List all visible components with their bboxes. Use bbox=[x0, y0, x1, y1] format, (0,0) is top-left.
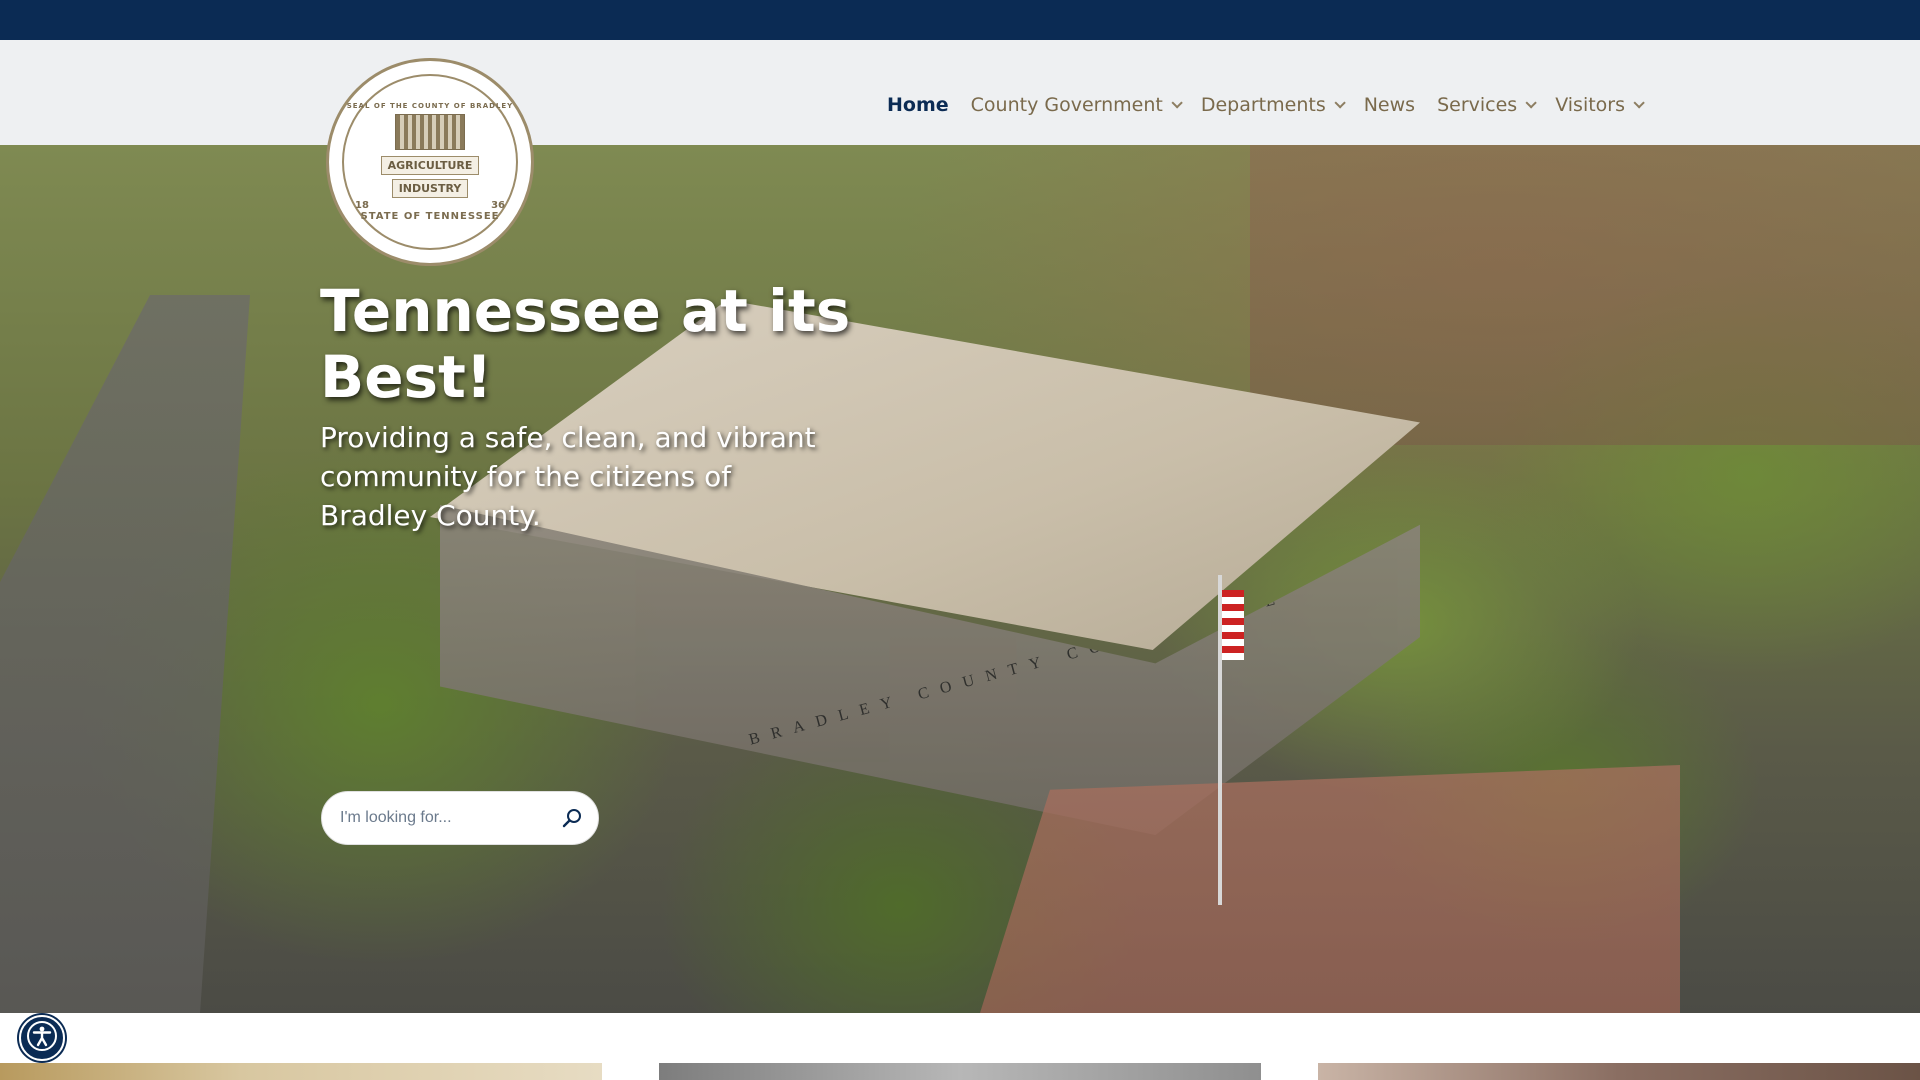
nav-item-label: County Government bbox=[970, 94, 1163, 116]
search-icon[interactable] bbox=[560, 807, 584, 831]
nav-item-label: Home bbox=[887, 94, 949, 116]
feature-card-1[interactable] bbox=[0, 1063, 602, 1080]
nav-item-label: Departments bbox=[1200, 94, 1326, 116]
hero-banner: BRADLEY COUNTY COURTHOUSE bbox=[0, 145, 1920, 1013]
chevron-down-icon bbox=[1334, 97, 1346, 109]
seal-numbers: 18 36 bbox=[355, 200, 505, 211]
nav-item-departments[interactable]: Departments bbox=[1200, 94, 1346, 116]
main-navbar: Home County Government Departments News … bbox=[0, 40, 1920, 145]
nav-item-services[interactable]: Services bbox=[1437, 94, 1537, 116]
seal-number-right: 36 bbox=[491, 200, 505, 211]
hero-buildings bbox=[1250, 145, 1920, 445]
chevron-down-icon bbox=[1633, 97, 1645, 109]
seal-banner-top: AGRICULTURE bbox=[380, 156, 480, 175]
nav-item-county-government[interactable]: County Government bbox=[970, 94, 1183, 116]
seal-building-icon bbox=[395, 114, 465, 150]
county-seal-logo[interactable]: SEAL OF THE COUNTY OF BRADLEY AGRICULTUR… bbox=[326, 58, 534, 266]
search-input[interactable] bbox=[322, 809, 542, 827]
nav-item-label: News bbox=[1363, 94, 1416, 116]
seal-inner: SEAL OF THE COUNTY OF BRADLEY AGRICULTUR… bbox=[342, 74, 518, 250]
nav-item-home[interactable]: Home bbox=[887, 94, 949, 116]
nav-item-label: Visitors bbox=[1555, 94, 1626, 116]
hero-title: Tennessee at its Best! bbox=[320, 277, 851, 411]
feature-card-2[interactable] bbox=[659, 1063, 1261, 1080]
chevron-down-icon bbox=[1525, 97, 1537, 109]
chevron-down-icon bbox=[1171, 97, 1183, 109]
seal-bottom-text: STATE OF TENNESSEE bbox=[360, 211, 500, 222]
seal-ring-text: SEAL OF THE COUNTY OF BRADLEY bbox=[346, 102, 514, 110]
seal-number-left: 18 bbox=[355, 200, 369, 211]
hero-subtitle: Providing a safe, clean, and vibrant com… bbox=[320, 421, 816, 532]
feature-card-3[interactable] bbox=[1318, 1063, 1920, 1080]
nav-item-label: Services bbox=[1437, 94, 1518, 116]
accessibility-icon bbox=[26, 1020, 58, 1056]
primary-nav: Home County Government Departments News … bbox=[887, 93, 1663, 117]
seal-banner-bottom: INDUSTRY bbox=[391, 179, 469, 198]
nav-item-visitors[interactable]: Visitors bbox=[1555, 94, 1645, 116]
american-flag bbox=[1222, 590, 1244, 660]
top-bar bbox=[0, 0, 1920, 40]
hero-plaza bbox=[980, 765, 1680, 1013]
hero-street bbox=[0, 295, 250, 1013]
accessibility-button[interactable] bbox=[19, 1015, 65, 1061]
site-search bbox=[321, 791, 599, 845]
nav-item-news[interactable]: News bbox=[1364, 94, 1415, 116]
